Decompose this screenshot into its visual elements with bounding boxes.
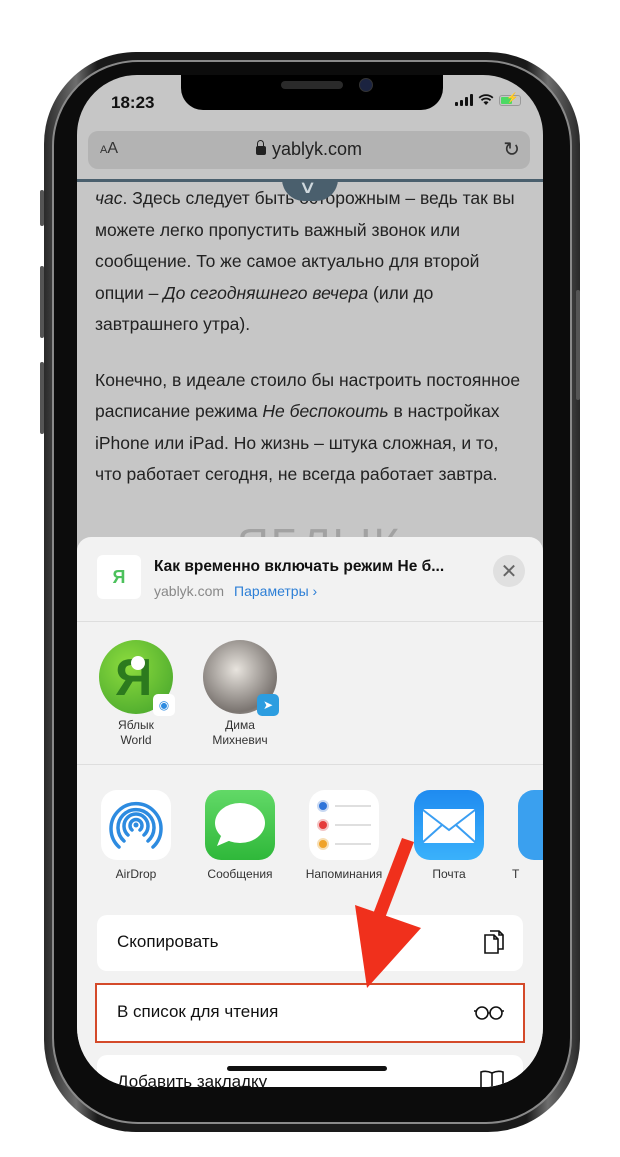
- app-label: Напоминания: [305, 867, 383, 881]
- status-bar: 18:23 ⚡: [77, 75, 543, 125]
- copy-icon: [483, 929, 505, 963]
- silent-switch: [40, 190, 44, 226]
- app-label: Почта: [432, 867, 466, 881]
- share-title: Как временно включать режим Не б...: [154, 558, 445, 575]
- book-icon: [479, 1069, 505, 1087]
- reminders-icon: [309, 790, 379, 860]
- lock-icon: [255, 140, 266, 155]
- status-icons: ⚡: [455, 93, 521, 106]
- chevron-down-icon: ∨: [298, 177, 317, 197]
- apps-row: AirDrop Сообщения Напоминания Почта Т: [77, 765, 543, 881]
- close-icon: ✕: [500, 560, 518, 583]
- article-paragraph: час. Здесь следует быть осторожным – вед…: [95, 188, 515, 334]
- options-link[interactable]: Параметры ›: [234, 583, 317, 599]
- airdrop-icon: [101, 790, 171, 860]
- app-label: AirDrop: [115, 867, 157, 881]
- share-sheet: Я Как временно включать режим Не б... ya…: [77, 537, 543, 1087]
- avatar: Я ◉: [99, 640, 175, 716]
- article-body: час. Здесь следует быть осторожным – вед…: [95, 183, 525, 515]
- share-domain: yablyk.com Параметры ›: [154, 583, 317, 599]
- actions-list: Скопировать В список для чтения Добавить…: [95, 915, 525, 1087]
- action-copy[interactable]: Скопировать: [97, 915, 523, 971]
- status-time: 18:23: [111, 93, 155, 112]
- apple-logo-icon: [131, 656, 145, 670]
- volume-down-button: [40, 362, 44, 434]
- telegram-badge-icon: ➤: [257, 694, 279, 716]
- mail-icon: [414, 790, 484, 860]
- twitter-icon: [518, 790, 543, 860]
- app-mail[interactable]: Почта: [404, 790, 494, 881]
- article-paragraph: Конечно, в идеале стоило бы настроить по…: [95, 369, 521, 485]
- glasses-icon: [473, 1001, 505, 1027]
- person-name-line2: Михневич: [212, 733, 268, 747]
- avatar: ➤: [203, 640, 279, 716]
- front-camera: [359, 78, 373, 92]
- phone-screen: 18:23 ⚡ AA yablyk.com ↻ час. Здесь следу…: [77, 75, 543, 1087]
- address-bar[interactable]: AA yablyk.com ↻: [88, 131, 530, 169]
- app-label: Сообщения: [207, 867, 273, 881]
- share-sheet-header: Я Как временно включать режим Не б... ya…: [77, 537, 543, 622]
- close-button[interactable]: ✕: [493, 555, 525, 587]
- app-messages[interactable]: Сообщения: [195, 790, 285, 881]
- messages-icon: [205, 790, 275, 860]
- app-reminders[interactable]: Напоминания: [299, 790, 389, 881]
- action-label: Добавить закладку: [117, 1072, 268, 1087]
- app-label: Т: [512, 867, 520, 881]
- action-label: В список для чтения: [117, 1002, 279, 1021]
- people-row: Я ◉ Яблык World ➤ Дима Михневич: [77, 622, 543, 765]
- url-domain: yablyk.com: [271, 139, 363, 159]
- notch: [181, 75, 443, 110]
- app-airdrop[interactable]: AirDrop: [91, 790, 181, 881]
- battery-icon: ⚡: [499, 93, 521, 106]
- person-name-line2: World: [120, 733, 152, 747]
- volume-up-button: [40, 266, 44, 338]
- site-icon: Я: [97, 555, 141, 599]
- url-display[interactable]: yablyk.com: [88, 139, 530, 160]
- person-name-line1: Дима: [225, 718, 255, 732]
- wifi-icon: [478, 94, 494, 105]
- signal-icon: [455, 94, 473, 106]
- action-add-to-reading-list[interactable]: В список для чтения: [95, 983, 525, 1043]
- home-indicator[interactable]: [227, 1066, 387, 1071]
- person-dima-mikhnevich[interactable]: ➤ Дима Михневич: [195, 640, 285, 748]
- person-yablyk-world[interactable]: Я ◉ Яблык World: [91, 640, 181, 748]
- power-button: [576, 290, 580, 400]
- share-domain-text: yablyk.com: [154, 583, 225, 599]
- person-name-line1: Яблык: [118, 718, 154, 732]
- app-twitter[interactable]: Т: [508, 790, 543, 881]
- action-label: Скопировать: [117, 932, 219, 951]
- airdrop-badge-icon: ◉: [153, 694, 175, 716]
- action-add-bookmark[interactable]: Добавить закладку: [97, 1055, 523, 1087]
- reload-icon[interactable]: ↻: [503, 137, 520, 162]
- speaker: [281, 81, 343, 89]
